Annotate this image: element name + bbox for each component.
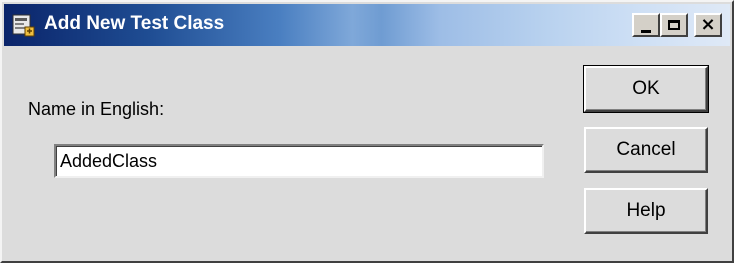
title-bar[interactable]: Add New Test Class × [4,4,730,46]
minimize-button[interactable] [632,13,660,37]
maximize-button[interactable] [660,13,688,37]
app-icon [12,14,35,37]
ok-button[interactable]: OK [583,65,709,113]
window-title: Add New Test Class [44,13,225,34]
minimize-icon [641,29,651,33]
help-button[interactable]: Help [584,188,708,234]
close-button[interactable]: × [694,13,722,37]
add-new-test-class-dialog: Add New Test Class × Name in English: OK… [0,0,734,263]
close-icon: × [700,14,716,35]
cancel-button[interactable]: Cancel [584,127,708,173]
name-in-english-label: Name in English: [28,99,165,119]
maximize-icon [668,20,680,30]
name-in-english-input[interactable] [54,144,544,178]
